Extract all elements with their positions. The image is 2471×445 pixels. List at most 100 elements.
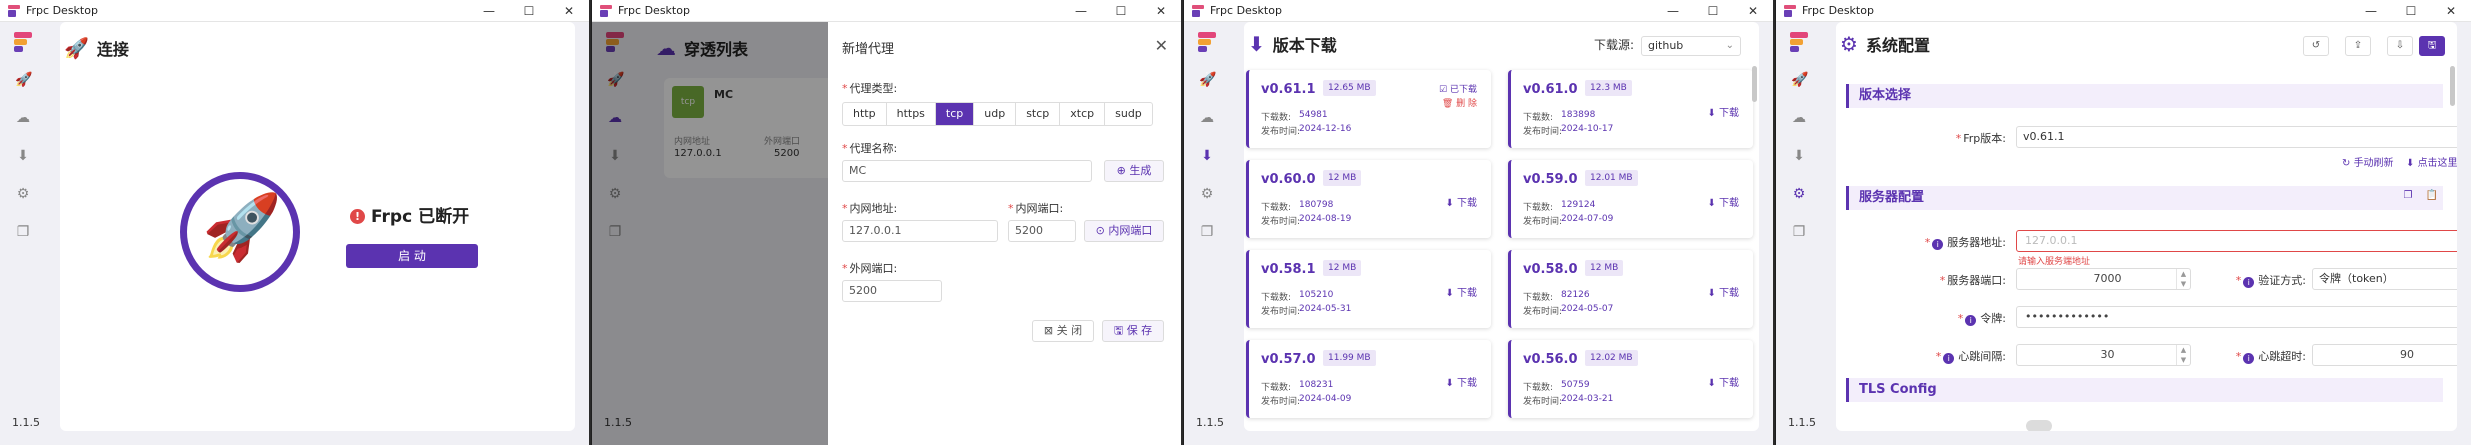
download-button[interactable]: ⬇ 下载 (1445, 194, 1477, 209)
source-select[interactable]: github ⌄ (1641, 36, 1741, 56)
page-title: 连接 (96, 40, 129, 59)
auth-select[interactable]: 令牌（token）⌄ (2312, 268, 2457, 290)
scrollbar[interactable] (2450, 66, 2455, 106)
local-port-button[interactable]: ⊙ 内网端口 (1084, 220, 1164, 242)
maximize-button[interactable]: ☐ (1693, 4, 1733, 18)
export-icon[interactable]: ⇪ (2345, 36, 2371, 56)
close-icon[interactable]: ✕ (1155, 36, 1168, 55)
minimize-button[interactable]: — (1061, 4, 1101, 18)
type-option-http[interactable]: http (843, 103, 887, 125)
version-name: v0.60.0 (1261, 172, 1316, 187)
minimize-button[interactable]: — (2351, 4, 2391, 18)
download-button[interactable]: ⬇ 下载 (1707, 194, 1739, 209)
maximize-button[interactable]: ☐ (509, 4, 549, 18)
downloads-value: 129124 (1561, 200, 1596, 210)
nav-download-icon[interactable]: ⬇ (1791, 148, 1807, 164)
start-button[interactable]: 启 动 (346, 244, 478, 268)
version-name: v0.61.0 (1523, 82, 1578, 97)
app-logo (1790, 32, 1808, 52)
version-card: v0.57.0 11.99 MB 下载数: 108231 发布时间: 2024-04-09… (1246, 340, 1491, 418)
nav-download-icon[interactable]: ⬇ (15, 148, 31, 164)
nav-logs-copy-icon[interactable]: ❐ (1791, 224, 1807, 240)
window-controls: — ☐ ✕ (469, 4, 589, 18)
type-option-stcp[interactable]: stcp (1016, 103, 1061, 125)
frp-version-select[interactable]: v0.61.1⌄ (2016, 126, 2457, 148)
server-port-input[interactable]: 7000 ▲ ▼ (2016, 268, 2191, 290)
window-download: Frpc Desktop — ☐ ✕ 🚀 ☁ ⬇ ⚙ ❐ 1.1.5 ⬇ 版本下… (1184, 0, 1775, 445)
delete-button[interactable]: 🗑 删 除 (1442, 96, 1477, 109)
nav-connect-rocket-icon[interactable]: 🚀 (1199, 72, 1216, 88)
version-name: v0.61.1 (1261, 82, 1316, 97)
paste-icon[interactable]: 📋 (2423, 188, 2441, 206)
add-proxy-dialog: 新增代理 ✕ * 代理类型: http https tcp udp stcp xt… (828, 22, 1181, 445)
token-input[interactable]: •••••••••••••◉ (2016, 306, 2457, 328)
nav-proxies-cloud-icon[interactable]: ☁ (1199, 110, 1215, 126)
scrollbar[interactable] (1752, 66, 1757, 102)
type-option-https[interactable]: https (887, 103, 936, 125)
close-window-button[interactable]: ✕ (1141, 4, 1181, 18)
save-button[interactable]: 🖫 保 存 (1102, 320, 1164, 342)
history-icon[interactable]: ↺ (2303, 36, 2329, 56)
nav-download-icon[interactable]: ⬇ (1199, 148, 1215, 164)
save-icon[interactable]: 🖫 (2419, 36, 2445, 56)
published-value: 2024-10-17 (1561, 124, 1614, 134)
downloads-value: 108231 (1299, 380, 1334, 390)
nav-logs-copy-icon[interactable]: ❐ (1199, 224, 1215, 240)
version-size-badge: 12.3 MB (1585, 80, 1632, 96)
copy-icon[interactable]: ❐ (2399, 188, 2417, 206)
error-icon: ! (350, 209, 365, 224)
remote-port-input[interactable]: 5200 (842, 280, 942, 302)
nav-settings-gear-icon[interactable]: ⚙ (1199, 186, 1215, 202)
version-name: v0.58.0 (1523, 262, 1578, 277)
app-logo (1198, 32, 1216, 52)
local-addr-input[interactable]: 127.0.0.1 (842, 220, 998, 242)
proxy-name-input[interactable]: MC (842, 160, 1092, 182)
stepper-icon: ▲ ▼ (2176, 345, 2190, 365)
nav-proxies-cloud-icon[interactable]: ☁ (15, 110, 31, 126)
local-addr-label: * 内网地址: (842, 202, 898, 215)
nav-proxies-cloud-icon[interactable]: ☁ (1791, 110, 1807, 126)
maximize-button[interactable]: ☐ (2391, 4, 2431, 18)
download-button[interactable]: ⬇ 下载 (1707, 284, 1739, 299)
heartbeat-interval-input[interactable]: 30 ▲ ▼ (2016, 344, 2191, 366)
download-link[interactable]: ⬇ 点击这里去下载 (2406, 154, 2457, 169)
generate-button[interactable]: ⊕ 生成 (1104, 160, 1164, 182)
close-window-button[interactable]: ✕ (1733, 4, 1773, 18)
auth-label: * i 验证方式: (2235, 274, 2306, 288)
dialog-title: 新增代理 (842, 42, 895, 57)
type-option-tcp[interactable]: tcp (935, 103, 975, 125)
app-version: 1.1.5 (1196, 416, 1224, 429)
close-dialog-button[interactable]: ⊠ 关 闭 (1032, 320, 1094, 342)
type-option-sudp[interactable]: sudp (1105, 103, 1152, 125)
server-addr-input[interactable]: 127.0.0.1 (2016, 230, 2457, 252)
frp-version-label: * Frp版本: (1955, 132, 2006, 145)
download-button[interactable]: ⬇ 下载 (1445, 374, 1477, 389)
nav-connect-rocket-icon[interactable]: 🚀 (1791, 72, 1808, 88)
modal-overlay[interactable] (592, 22, 828, 445)
import-icon[interactable]: ⇩ (2387, 36, 2413, 56)
version-name: v0.56.0 (1523, 352, 1578, 367)
heartbeat-timeout-input[interactable]: 90▲▼ (2312, 344, 2457, 366)
nav-settings-gear-icon[interactable]: ⚙ (15, 186, 31, 202)
nav-settings-gear-icon[interactable]: ⚙ (1791, 186, 1807, 202)
downloads-value: 105210 (1299, 290, 1334, 300)
minimize-button[interactable]: — (469, 4, 509, 18)
refresh-link[interactable]: ↻ 手动刷新 (2342, 154, 2394, 169)
downloads-value: 180798 (1299, 200, 1334, 210)
version-card: v0.61.1 12.65 MB 下载数: 54981 发布时间: 2024-12-16 ☑… (1246, 70, 1491, 148)
local-port-input[interactable]: 5200 (1008, 220, 1076, 242)
maximize-button[interactable]: ☐ (1101, 4, 1141, 18)
type-option-udp[interactable]: udp (974, 103, 1017, 125)
heartbeat-interval-label: * i 心跳间隔: (1935, 350, 2006, 364)
nav-connect-rocket-icon[interactable]: 🚀 (15, 72, 32, 88)
published-label: 发布时间: (1261, 217, 1301, 227)
close-window-button[interactable]: ✕ (2431, 4, 2471, 18)
close-window-button[interactable]: ✕ (549, 4, 589, 18)
nav-logs-copy-icon[interactable]: ❐ (15, 224, 31, 240)
download-button[interactable]: ⬇ 下载 (1707, 104, 1739, 119)
type-option-xtcp[interactable]: xtcp (1060, 103, 1106, 125)
download-button[interactable]: ⬇ 下载 (1445, 284, 1477, 299)
download-button[interactable]: ⬇ 下载 (1707, 374, 1739, 389)
tls-toggle[interactable] (2026, 420, 2052, 431)
minimize-button[interactable]: — (1653, 4, 1693, 18)
